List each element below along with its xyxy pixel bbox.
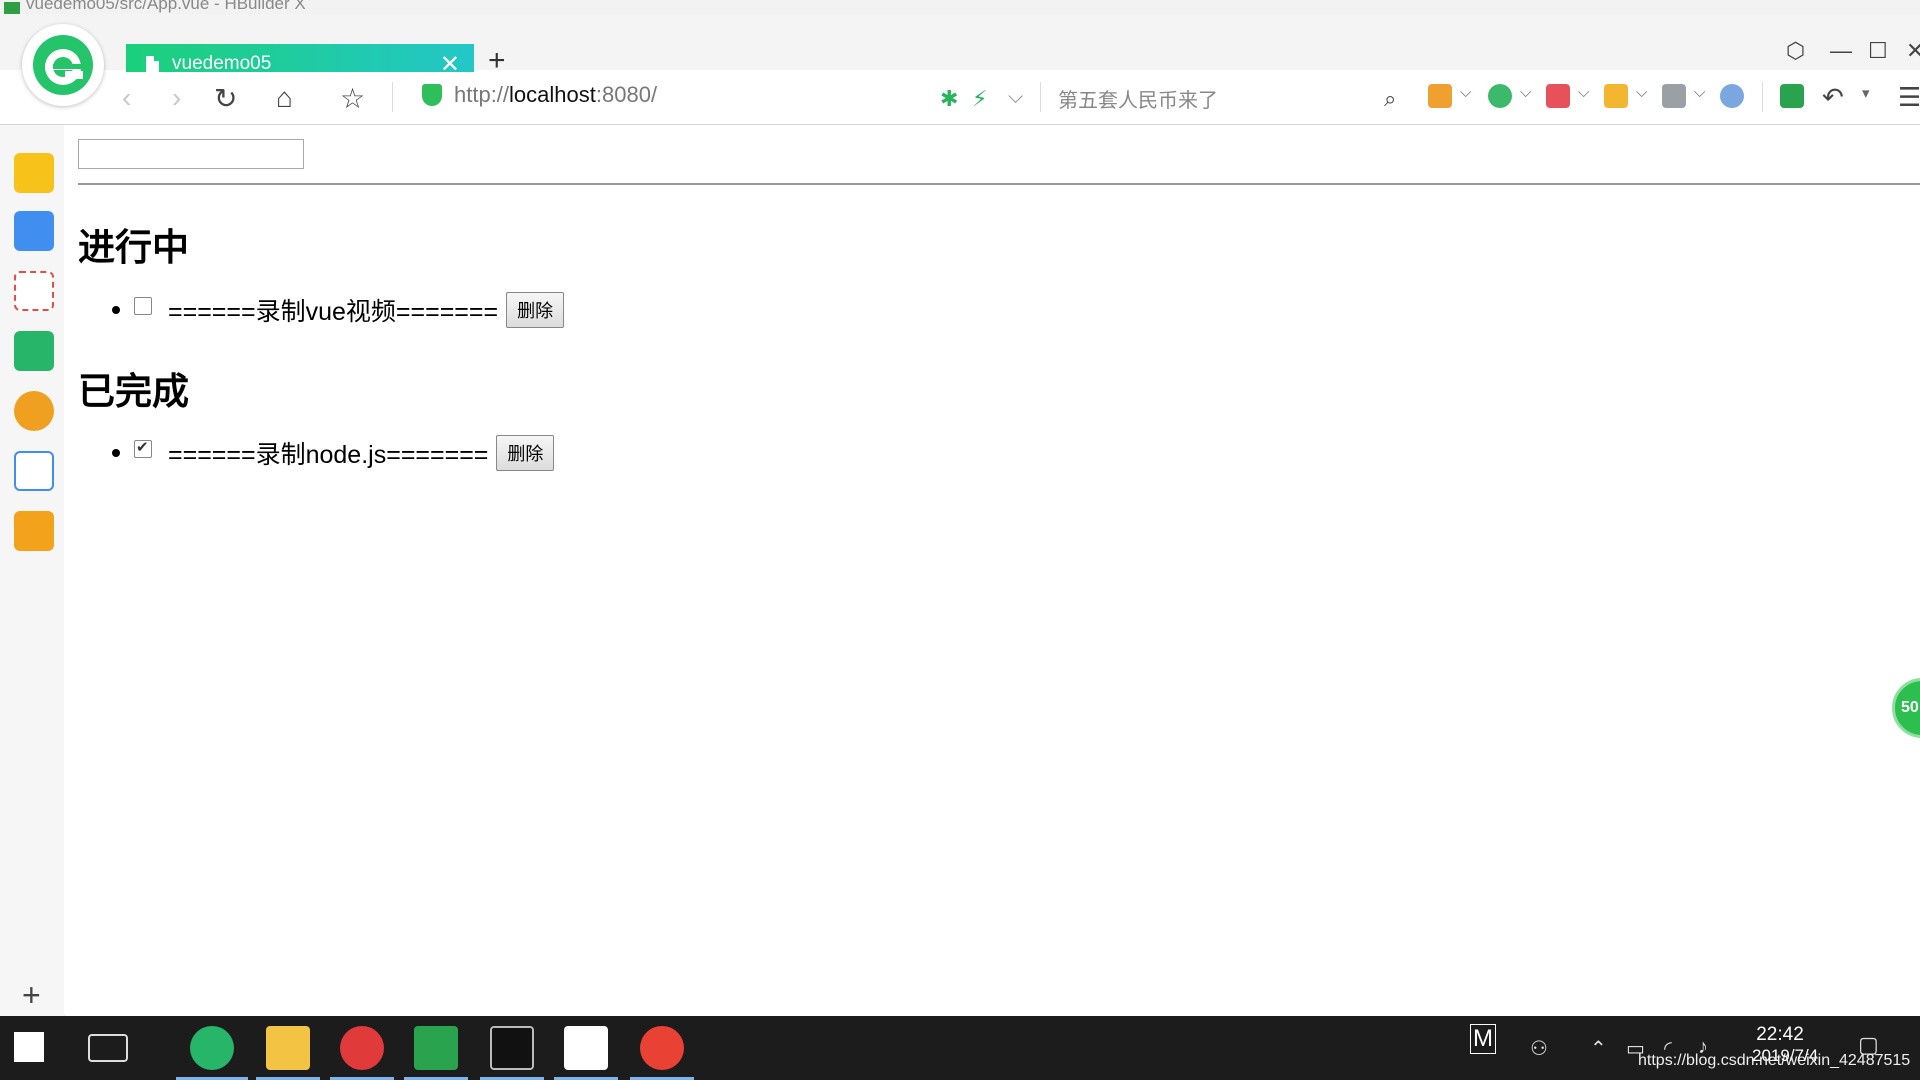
background-window-title: vuedemo05/src/App.vue - HBuilder X: [0, 0, 1920, 15]
todo-checkbox-checked[interactable]: [134, 438, 152, 458]
menu-icon[interactable]: ☰: [1898, 82, 1920, 113]
list-item: ======录制node.js======= 删除: [112, 435, 555, 471]
todo-text: ======录制vue视频=======: [168, 298, 499, 326]
minimize-icon[interactable]: —: [1830, 38, 1852, 64]
compat-mode-icon[interactable]: ✱: [940, 86, 958, 112]
page-content: 进行中 ======录制vue视频======= 删除 已完成 ======录制…: [64, 125, 1920, 1015]
maximize-icon[interactable]: ☐: [1868, 38, 1888, 64]
book-icon[interactable]: [14, 511, 54, 551]
browser-sidebar: +: [0, 125, 65, 1017]
search-input[interactable]: 第五套人民币来了: [1058, 84, 1218, 113]
video-icon[interactable]: [14, 331, 54, 371]
magnifier-extension-icon[interactable]: [1720, 84, 1744, 108]
news-icon[interactable]: [14, 211, 54, 251]
horizontal-rule: [78, 183, 1920, 185]
tray-expand-icon[interactable]: ⌃: [1590, 1036, 1607, 1061]
terminal-icon[interactable]: [490, 1026, 534, 1070]
page-icon: [146, 56, 159, 72]
apps-extension-icon[interactable]: [1428, 84, 1452, 108]
url-host: localhost: [509, 82, 596, 107]
section-heading-completed: 已完成: [78, 370, 189, 413]
secure-shield-icon: [422, 84, 442, 106]
todo-checkbox[interactable]: [134, 297, 152, 315]
close-window-icon[interactable]: ✕: [1906, 38, 1920, 64]
favorites-star-icon[interactable]: [14, 153, 54, 193]
browser-tab-bar: vuedemo05 ✕ + ⬡ — ☐ ✕: [0, 14, 1920, 86]
chevron-down-icon[interactable]: ▾: [1862, 84, 1870, 102]
money-extension-icon[interactable]: [1488, 84, 1512, 108]
reload-icon[interactable]: ↻: [214, 82, 237, 115]
browser-taskbar-icon[interactable]: [190, 1026, 234, 1070]
file-explorer-icon[interactable]: [266, 1026, 310, 1070]
hbuilder-taskbar-icon[interactable]: [414, 1026, 458, 1070]
watermark: https://blog.csdn.net/weixin_42487515: [1638, 1052, 1911, 1069]
task-view-icon[interactable]: [88, 1034, 128, 1062]
screenshot-extension-icon[interactable]: [1604, 84, 1628, 108]
clock-time: 22:42: [1756, 1024, 1804, 1045]
ime-indicator[interactable]: M: [1470, 1024, 1496, 1054]
toolbar-divider: [392, 82, 393, 112]
translate-extension-icon[interactable]: [1546, 84, 1570, 108]
section-heading-in-progress: 进行中: [78, 226, 189, 269]
background-window-title-text: vuedemo05/src/App.vue - HBuilder X: [26, 0, 306, 13]
search-icon[interactable]: ⌕: [1384, 86, 1396, 112]
e-logo-icon: [33, 35, 93, 95]
list-item: ======录制vue视频======= 删除: [112, 292, 565, 328]
speed-mode-icon[interactable]: ⚡: [972, 86, 987, 112]
mail-icon[interactable]: [14, 271, 54, 311]
netease-music-icon[interactable]: [340, 1026, 384, 1070]
screen: vuedemo05/src/App.vue - HBuilder X vuede…: [0, 0, 1920, 1080]
delete-button[interactable]: 删除: [496, 435, 555, 471]
toolbar-divider: [1040, 82, 1041, 112]
url-rest: :8080/: [595, 82, 658, 107]
list-bullet: [112, 449, 120, 457]
people-icon[interactable]: ⚇: [1530, 1036, 1548, 1061]
windows-taskbar: M ⚇ ⌃ ▭ ◜ ♪ 22:42 2019/7/4 ▢: [0, 1016, 1920, 1080]
document-icon[interactable]: [14, 451, 54, 491]
chevron-down-icon[interactable]: ⌵: [1636, 84, 1647, 101]
hbuilder-icon: [4, 2, 20, 14]
delete-button[interactable]: 删除: [506, 292, 565, 328]
browser-logo[interactable]: [22, 24, 104, 106]
chevron-down-icon[interactable]: ⌵: [1578, 84, 1589, 101]
chevron-down-icon[interactable]: ⌵: [1460, 84, 1471, 101]
browser-toolbar: ‹ › ↻ ⌂ ☆ http://localhost:8080/ ✱ ⚡ ⌵ 第…: [0, 72, 1920, 125]
chevron-down-icon[interactable]: ⌵: [1694, 84, 1705, 101]
new-todo-input[interactable]: [78, 139, 304, 169]
clipboard-icon[interactable]: [1780, 84, 1804, 108]
chrome-icon[interactable]: [640, 1026, 684, 1070]
forward-icon[interactable]: ›: [172, 82, 181, 114]
favorite-star-icon[interactable]: ☆: [340, 82, 365, 115]
chevron-down-icon[interactable]: ⌵: [1520, 84, 1531, 101]
todo-text: ======录制node.js=======: [168, 441, 489, 469]
back-icon[interactable]: ‹: [122, 82, 131, 114]
video-editor-icon[interactable]: [564, 1026, 608, 1070]
skin-icon[interactable]: ⬡: [1786, 38, 1805, 64]
windows-start-icon[interactable]: [14, 1032, 44, 1062]
weibo-icon[interactable]: [14, 391, 54, 431]
toolbar-divider: [1762, 82, 1763, 112]
url-scheme: http://: [454, 82, 510, 107]
address-bar[interactable]: http://localhost:8080/: [454, 82, 657, 108]
list-bullet: [112, 306, 120, 314]
undo-icon[interactable]: ↶: [1822, 82, 1844, 113]
home-icon[interactable]: ⌂: [276, 82, 293, 114]
game-extension-icon[interactable]: [1662, 84, 1686, 108]
add-sidebar-item-icon[interactable]: +: [22, 977, 41, 1014]
address-dropdown-icon[interactable]: ⌵: [1008, 86, 1023, 109]
